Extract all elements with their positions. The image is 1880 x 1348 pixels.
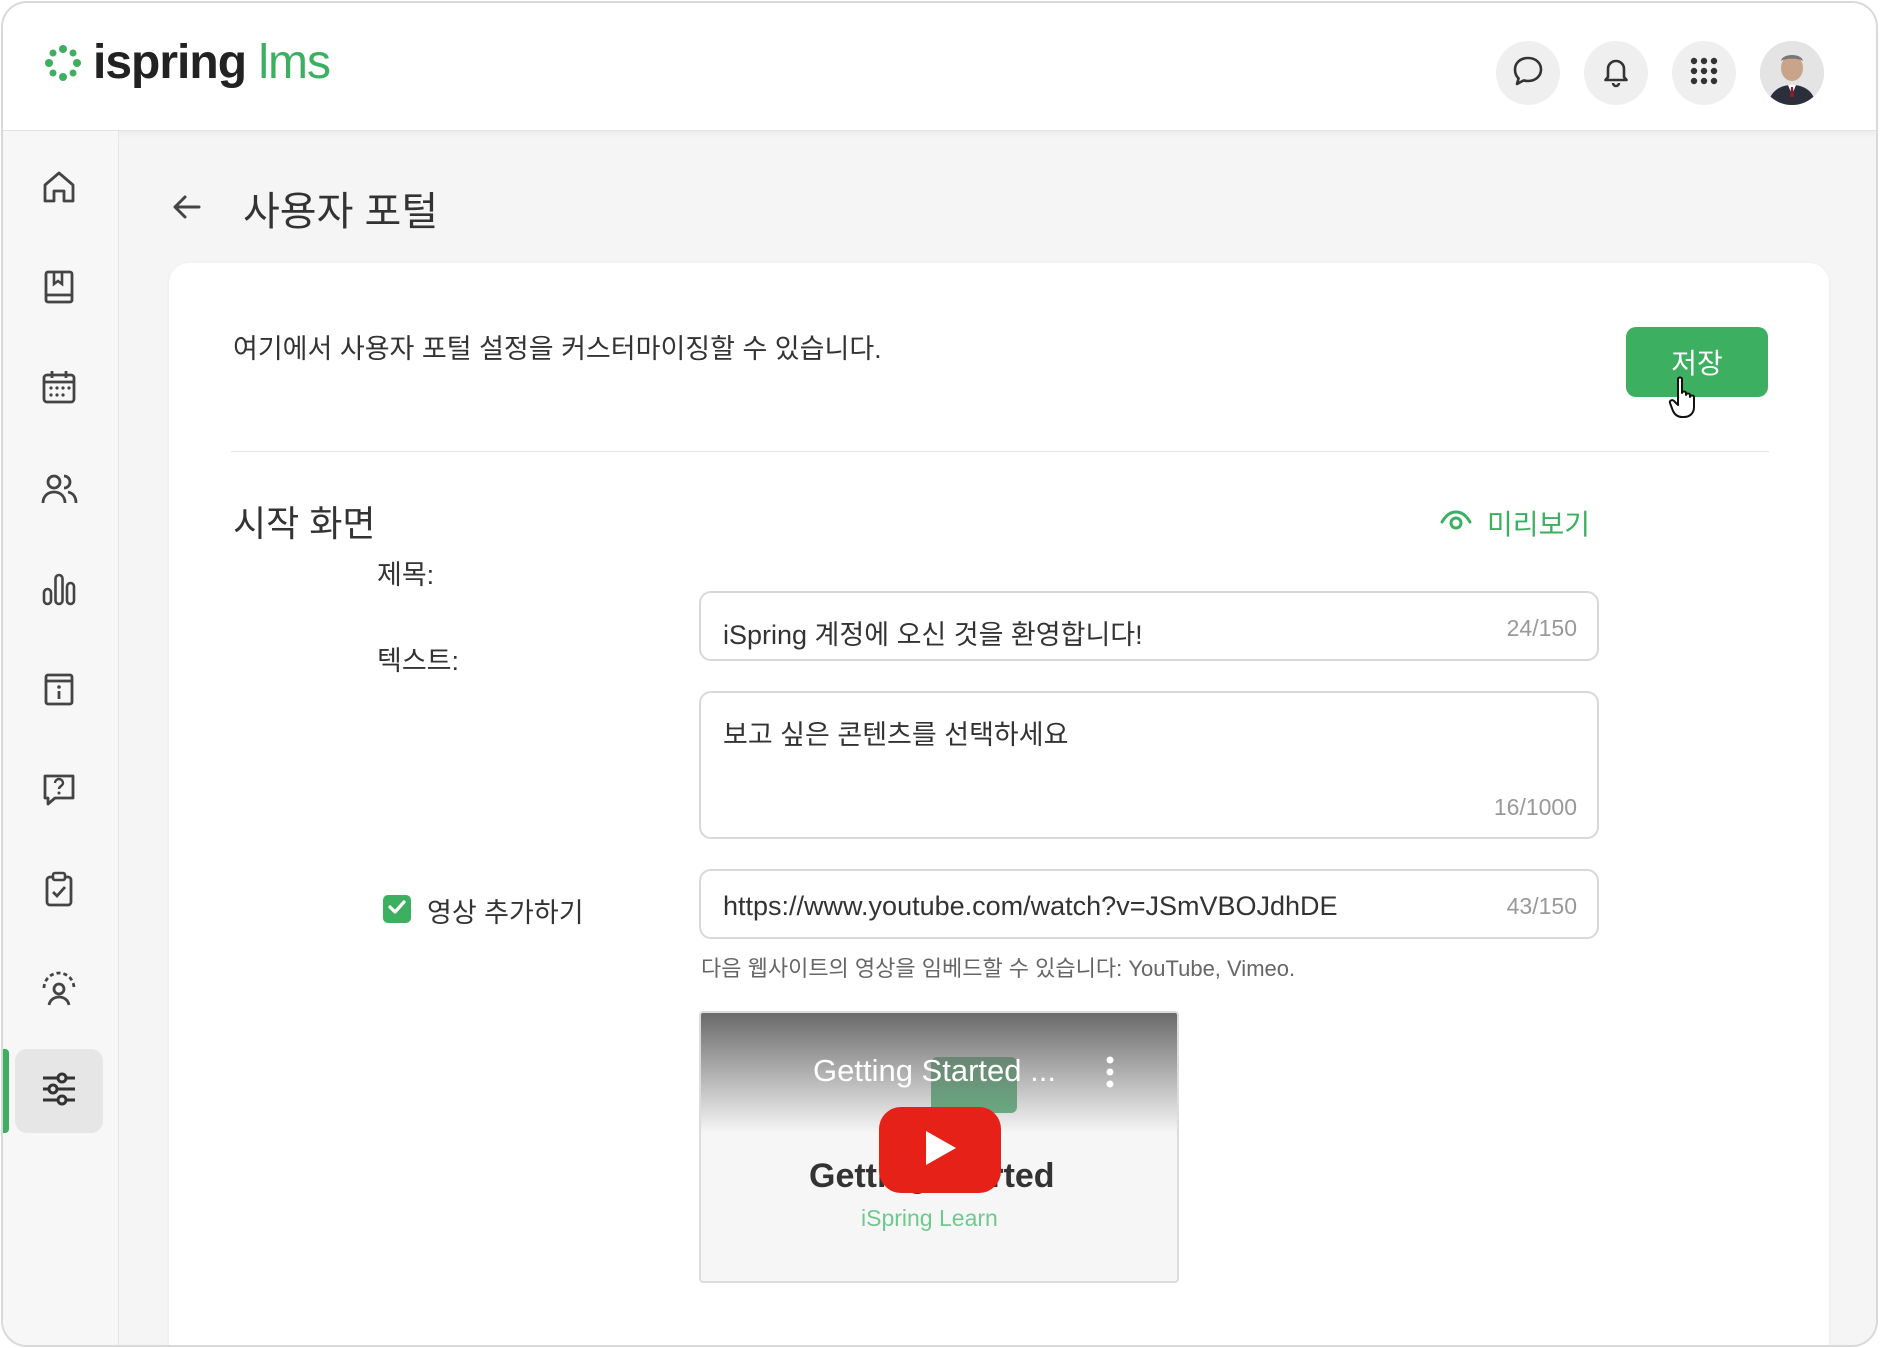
book-icon [39,267,79,312]
sidebar-item-users[interactable] [15,449,103,533]
sidebar-item-tasks[interactable] [15,849,103,933]
add-video-checkbox[interactable] [383,895,411,923]
text-textarea[interactable]: 보고 싶은 콘텐츠를 선택하세요 16/1000 [699,691,1599,839]
apps-button[interactable] [1672,41,1736,105]
users-icon [39,469,79,514]
video-preview[interactable]: Getting Started ... Getting Started iSpr… [699,1011,1179,1283]
logo-text: ispring lms [93,36,331,89]
video-hint: 다음 웹사이트의 영상을 임베드할 수 있습니다: YouTube, Vimeo… [701,956,1296,981]
chat-button[interactable] [1496,41,1560,105]
ispring-logo-icon [43,43,83,83]
video-thumbnail-subtitle: iSpring Learn [861,1205,998,1231]
chat-icon [1511,54,1545,93]
user-support-icon [38,968,80,1015]
chart-icon [39,569,79,614]
title-input-value: iSpring 계정에 오신 것을 환영합니다! [723,620,1143,650]
title-counter: 24/150 [1506,615,1577,641]
sidebar-item-courses[interactable] [15,247,103,331]
sidebar [3,131,119,1345]
bell-icon [1599,54,1633,93]
play-button[interactable] [879,1107,1001,1193]
logo[interactable]: ispring lms [43,36,331,89]
home-icon [39,167,79,212]
settings-card: 여기에서 사용자 포털 설정을 커스터마이징할 수 있습니다. 저장 시작 화면… [169,263,1829,1345]
text-label: 텍스트: [377,646,460,676]
sidebar-item-settings[interactable] [3,1049,103,1133]
text-textarea-value: 보고 싶은 콘텐츠를 선택하세요 [723,720,1069,750]
arrow-left-icon [169,195,205,229]
text-counter: 16/1000 [1493,794,1577,820]
divider [231,451,1769,452]
eye-icon [1439,507,1473,539]
avatar[interactable] [1760,41,1824,105]
hand-cursor-icon [1668,375,1702,424]
help-chat-icon [39,769,79,814]
back-button[interactable] [169,189,205,230]
intro-text: 여기에서 사용자 포털 설정을 커스터마이징할 수 있습니다. [233,334,882,364]
checkmark-icon [386,896,408,923]
calendar-icon [39,367,79,412]
add-video-label[interactable]: 영상 추가하기 [427,891,584,930]
top-bar: ispring lms [3,3,1876,131]
preview-link[interactable]: 미리보기 [1439,503,1590,543]
clipboard-icon [39,869,79,914]
video-title: Getting Started ... [813,1053,1056,1088]
play-icon [922,1129,958,1172]
video-url-counter: 43/150 [1506,893,1577,919]
title-label: 제목: [377,560,435,590]
settings-sliders-icon [38,1068,80,1115]
sidebar-item-calendar[interactable] [15,347,103,431]
section-title: 시작 화면 [233,503,376,544]
sidebar-item-reports[interactable] [15,549,103,633]
sidebar-item-info[interactable] [15,649,103,733]
info-board-icon [39,669,79,714]
app-window: ispring lms 사용자 포털 여기에서 사용자 포털 설정을 커스터마이… [1,1,1878,1347]
title-input[interactable]: iSpring 계정에 오신 것을 환영합니다! 24/150 [699,591,1599,661]
page-title: 사용자 포털 [243,190,439,234]
apps-grid-icon [1688,55,1720,92]
video-url-input[interactable]: https://www.youtube.com/watch?v=JSmVBOJd… [699,869,1599,939]
notifications-button[interactable] [1584,41,1648,105]
preview-label: 미리보기 [1487,509,1591,540]
more-vertical-icon[interactable] [1105,1055,1115,1094]
video-url-value: https://www.youtube.com/watch?v=JSmVBOJd… [723,891,1338,921]
sidebar-item-help[interactable] [15,749,103,833]
sidebar-item-home[interactable] [15,147,103,231]
sidebar-item-support[interactable] [15,949,103,1033]
